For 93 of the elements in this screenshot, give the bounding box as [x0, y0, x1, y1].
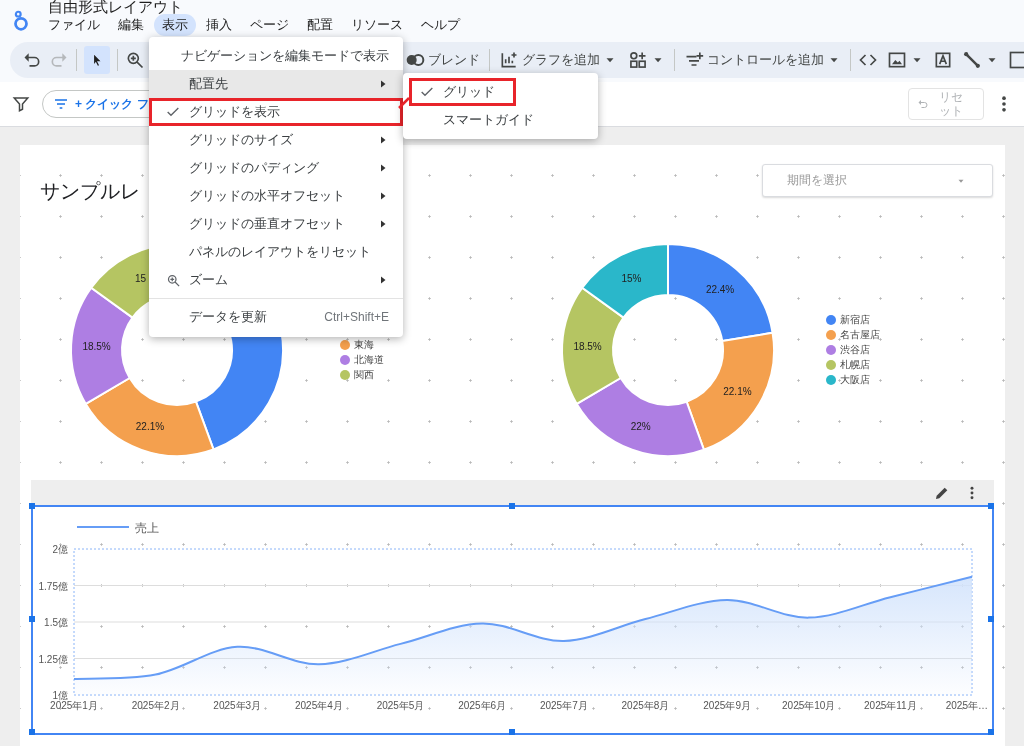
legend-label: 大阪店 — [840, 372, 870, 387]
menu-item[interactable]: 配置先 — [149, 70, 403, 98]
menu-item[interactable]: データを更新 Ctrl+Shift+E — [149, 303, 403, 331]
axis-label: 1.25億 — [38, 653, 68, 665]
menu-label: グリッド — [443, 83, 496, 101]
resize-handle[interactable] — [508, 729, 515, 735]
menu-label: 配置先 — [189, 75, 229, 93]
shortcut-text: Ctrl+Shift+E — [324, 310, 389, 324]
legend-label: 北海道 — [354, 352, 384, 367]
menu-item[interactable]: 配置 — [299, 14, 341, 36]
menu-label: データを更新 — [189, 308, 268, 326]
axis-label: 2025年11月 — [864, 700, 917, 711]
menu-label: グリッドの垂直オフセット — [189, 215, 346, 233]
resize-handle[interactable] — [29, 729, 35, 735]
axis-label: 2025年2月 — [131, 700, 180, 711]
legend-label: 売上 — [135, 521, 159, 535]
document-title[interactable]: 自由形式レイアウト — [40, 0, 468, 14]
menu-item[interactable]: ファイル — [40, 14, 108, 36]
axis-label: 2025年… — [945, 700, 988, 711]
axis-label: 1.5億 — [44, 617, 68, 628]
data-label: 22.4% — [705, 283, 735, 295]
menu-label: スマートガイド — [443, 111, 535, 129]
menu-label: パネルのレイアウトをリセット — [189, 243, 372, 261]
axis-label: 2025年7月 — [539, 700, 588, 711]
filter-icon[interactable] — [12, 95, 30, 113]
axis-label: 2025年10月 — [782, 700, 836, 711]
data-label: 22.1% — [135, 420, 165, 432]
menu-item[interactable]: グリッドの垂直オフセット — [149, 210, 403, 238]
axis-label: 2025年5月 — [376, 700, 425, 711]
menu-item[interactable]: グリッドのパディング — [149, 154, 403, 182]
data-label: 22.1% — [723, 385, 752, 397]
menu-item[interactable]: 表示 — [154, 14, 196, 36]
menu-item[interactable]: リソース — [343, 14, 411, 36]
selected-chart-frame[interactable]: 売上 2億 1.75億 1.5億 1.25億 1億 2025年1月 2025年2月 2025年3月 2025年4月 2025年5月 2025年6月 2025年7月 2025年8月 2025年9月 2025年10月 2025年11月 2025年… — [31, 505, 994, 735]
undo-icon[interactable] — [22, 50, 42, 70]
axis-label: 2025年1月 — [50, 700, 98, 711]
undo-icon — [917, 98, 929, 110]
menu-item[interactable]: ズーム — [149, 266, 403, 294]
chart-plus-icon — [499, 50, 519, 70]
axis-label: 1億 — [52, 690, 68, 701]
blend-button[interactable]: ブレンド — [403, 50, 482, 70]
axis-label: 2025年4月 — [295, 700, 343, 711]
resize-handle[interactable] — [988, 503, 994, 509]
menu-item[interactable]: ページ — [242, 14, 297, 36]
legend-label: 名古屋店 — [840, 327, 880, 342]
menu-label: グリッドのサイズ — [189, 131, 294, 149]
legend-label: 新宿店 — [840, 312, 870, 327]
image-icon — [887, 50, 907, 70]
data-label: 18.5% — [573, 340, 602, 352]
zoom-icon — [165, 272, 181, 288]
menu-item[interactable]: グリッドの水平オフセット — [149, 182, 403, 210]
line-icon — [962, 50, 982, 70]
axis-label: 2025年8月 — [621, 700, 670, 711]
add-chart-button[interactable]: グラフを追加 — [497, 50, 619, 70]
menu-item[interactable]: パネルのレイアウトをリセット — [149, 238, 403, 266]
menu-label: グリッドの水平オフセット — [189, 187, 346, 205]
menu-item[interactable]: グリッド — [409, 78, 516, 106]
menu-label: ナビゲーションを編集モードで表示 — [181, 47, 389, 65]
text-box-icon[interactable] — [933, 50, 953, 70]
menu-label: ズーム — [189, 271, 229, 289]
menu-item[interactable]: スマートガイド — [403, 106, 598, 134]
axis-label: 2025年9月 — [703, 700, 751, 711]
axis-label: 1.75億 — [38, 580, 68, 592]
legend-label: 東海 — [354, 337, 374, 352]
menu-item[interactable]: ナビゲーションを編集モードで表示 — [149, 42, 403, 70]
menu-label: グリッドのパディング — [189, 159, 320, 177]
menu-item[interactable]: 編集 — [110, 14, 152, 36]
legend-label: 札幌店 — [840, 357, 870, 372]
annotation-connector — [398, 97, 410, 109]
legend-label: 渋谷店 — [840, 342, 870, 357]
resize-handle[interactable] — [508, 503, 515, 509]
axis-label: 2025年6月 — [458, 700, 507, 711]
zoom-icon[interactable] — [125, 50, 145, 70]
legend-label: 関西 — [354, 367, 374, 382]
report-title: サンプルレ — [40, 179, 140, 204]
data-label: 22% — [630, 420, 651, 432]
data-label: 18.5% — [82, 340, 111, 352]
resize-handle[interactable] — [988, 729, 994, 735]
add-control-button[interactable]: コントロールを追加 — [682, 50, 843, 70]
shapes-icon — [628, 50, 648, 70]
resize-handle[interactable] — [988, 616, 994, 622]
axis-label: 2025年3月 — [213, 700, 262, 711]
select-tool-button[interactable] — [84, 46, 110, 74]
axis-label: 2億 — [52, 544, 68, 555]
data-label: 15 — [134, 272, 146, 284]
resize-handle[interactable] — [29, 616, 35, 622]
legend-line — [76, 526, 130, 528]
resize-handle[interactable] — [29, 503, 35, 509]
menu-item[interactable]: ヘルプ — [413, 14, 468, 36]
menu-item[interactable]: 挿入 — [198, 14, 240, 36]
filter-lines-icon — [53, 96, 69, 112]
menu-item[interactable]: グリッドのサイズ — [149, 126, 403, 154]
data-label: 15% — [621, 272, 642, 284]
